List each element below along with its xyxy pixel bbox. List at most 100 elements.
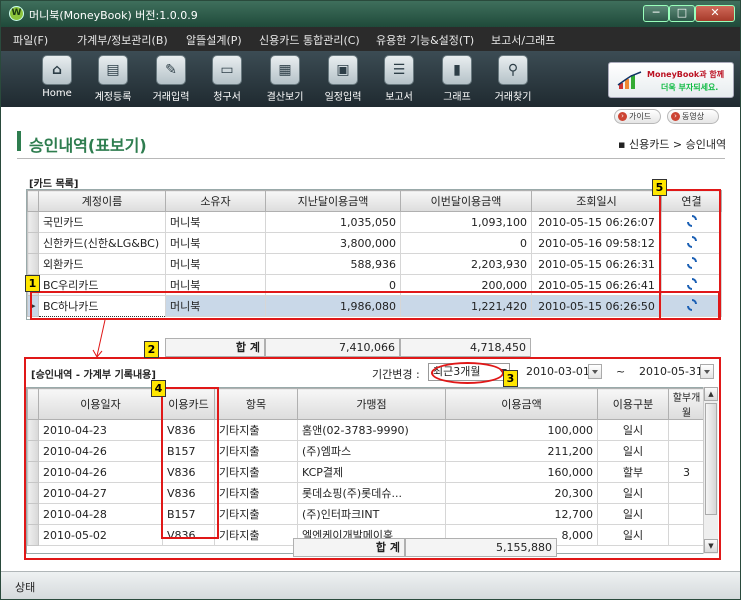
column-header[interactable]: 지난달이용금액 [265, 190, 401, 212]
settlement-icon: ▦ [270, 55, 300, 85]
play-icon: › [671, 112, 680, 121]
table-row[interactable]: 국민카드 머니북 1,035,050 1,093,100 2010-05-15 … [27, 211, 722, 233]
toolbar-label: 보고서 [385, 92, 413, 103]
column-header[interactable]: 조회일시 [531, 190, 662, 212]
growth-chart-icon [617, 71, 642, 89]
column-header[interactable]: 이번달이용금액 [400, 190, 532, 212]
query-time-cell: 2010-05-15 06:26:31 [531, 253, 662, 275]
row-indicator-header [27, 190, 39, 212]
last-month-amount-cell: 1,035,050 [265, 211, 401, 233]
app-window: W 머니북(MoneyBook) 버전:1.0.0.9 ─ □ ✕ 파일(F) … [0, 0, 741, 600]
query-time-cell: 2010-05-16 09:58:12 [531, 232, 662, 254]
toolbar-label: 거래입력 [152, 92, 190, 103]
toolbar-home-button[interactable]: ⌂ Home [28, 55, 86, 105]
query-time-cell: 2010-05-15 06:26:07 [531, 211, 662, 233]
toolbar-schedule-button[interactable]: ▣ 일정입력 [314, 55, 372, 105]
edit-icon: ✎ [156, 55, 186, 85]
column-header[interactable]: 소유자 [165, 190, 266, 212]
menu-ledger[interactable]: 가계부/정보관리(B) [77, 32, 168, 48]
title-accent-bar [17, 131, 21, 151]
table-row[interactable]: 신한카드(신한&LG&BC) 머니북 3,800,000 0 2010-05-1… [27, 232, 722, 254]
app-logo-icon: W [9, 6, 24, 21]
ad-line-2: 더욱 부자되세요. [661, 83, 719, 92]
title-bar[interactable]: W 머니북(MoneyBook) 버전:1.0.0.9 ─ □ ✕ [1, 1, 740, 27]
home-icon: ⌂ [42, 55, 72, 85]
last-month-amount-cell: 3,800,000 [265, 232, 401, 254]
video-button[interactable]: › 동영상 [667, 109, 719, 124]
annotation-box-card-column [161, 387, 219, 539]
owner-cell: 머니북 [165, 253, 266, 275]
status-text: 상태 [15, 581, 36, 594]
card-total-this-month: 4,718,450 [400, 338, 531, 357]
table-row[interactable]: 외환카드 머니북 588,936 2,203,930 2010-05-15 06… [27, 253, 722, 275]
search-icon: ⚲ [498, 55, 528, 85]
this-month-amount-cell: 1,093,100 [400, 211, 532, 233]
menu-plan[interactable]: 알뜰설계(P) [186, 32, 242, 48]
toolbar-label: 거래찾기 [494, 92, 532, 103]
toolbar-label: 계정등록 [94, 92, 132, 103]
toolbar-bill-button[interactable]: ▭ 청구서 [198, 55, 256, 105]
account-name-cell: 국민카드 [38, 211, 166, 233]
report-icon: ☰ [384, 55, 414, 85]
owner-cell: 머니북 [165, 232, 266, 254]
card-total-label: 합 계 [165, 338, 265, 357]
annotation-badge-4: 4 [151, 380, 166, 397]
maximize-button[interactable]: □ [669, 5, 695, 22]
toolbar-settlement-button[interactable]: ▦ 결산보기 [256, 55, 314, 105]
toolbar-transaction-input-button[interactable]: ✎ 거래입력 [142, 55, 200, 105]
account-name-cell: 외환카드 [38, 253, 166, 275]
column-header[interactable]: 계정이름 [38, 190, 166, 212]
row-indicator [27, 232, 39, 254]
annotation-box-selected-card [30, 291, 720, 320]
window-title: 머니북(MoneyBook) 버전:1.0.0.9 [29, 9, 198, 22]
annotation-badge-5: 5 [652, 179, 667, 196]
row-indicator [27, 253, 39, 275]
ad-banner[interactable]: MoneyBook과 함께 더욱 부자되세요. [608, 62, 734, 98]
toolbar-label: 결산보기 [266, 92, 304, 103]
menu-credit-card[interactable]: 신용카드 통합관리(C) [259, 32, 360, 48]
row-indicator [27, 211, 39, 233]
close-button[interactable]: ✕ [695, 5, 735, 22]
toolbar-report-button[interactable]: ☰ 보고서 [370, 55, 428, 105]
play-icon: › [618, 112, 627, 121]
account-name-cell: 신한카드(신한&LG&BC) [38, 232, 166, 254]
page-title: 승인내역(표보기) [29, 136, 147, 155]
annotation-ellipse-period [431, 362, 504, 384]
calendar-icon: ▣ [328, 55, 358, 85]
annotation-box-connect-column [659, 189, 721, 320]
menu-tools[interactable]: 유용한 기능&설정(T) [376, 32, 474, 48]
bill-icon: ▭ [212, 55, 242, 85]
menu-reports[interactable]: 보고서/그래프 [491, 32, 555, 48]
last-month-amount-cell: 588,936 [265, 253, 401, 275]
toolbar-label: Home [42, 88, 72, 99]
minimize-button[interactable]: ─ [643, 5, 669, 22]
this-month-amount-cell: 2,203,930 [400, 253, 532, 275]
ad-line-1: MoneyBook과 함께 [647, 70, 725, 79]
card-total-last-month: 7,410,066 [265, 338, 400, 357]
annotation-badge-1: 1 [25, 275, 40, 292]
toolbar-label: 그래프 [443, 92, 471, 103]
owner-cell: 머니북 [165, 211, 266, 233]
video-label: 동영상 [682, 112, 705, 121]
menu-bar: 파일(F) 가계부/정보관리(B) 알뜰설계(P) 신용카드 통합관리(C) 유… [1, 27, 740, 51]
this-month-amount-cell: 0 [400, 232, 532, 254]
annotation-arrow [92, 320, 106, 358]
card-list-label: [카드 목록] [29, 179, 79, 190]
annotation-box-approvals [24, 357, 721, 560]
toolbar: ⌂ Home ▤ 계정등록 ✎ 거래입력 ▭ 청구서 ▦ 결산보기 ▣ 일정입력 ☰ 보고서 … [1, 51, 740, 107]
toolbar-label: 청구서 [213, 92, 241, 103]
card-register-icon: ▤ [98, 55, 128, 85]
guide-button[interactable]: › 가이드 [614, 109, 661, 124]
toolbar-search-button[interactable]: ⚲ 거래찾기 [484, 55, 542, 105]
breadcrumb: ▪ 신용카드 > 승인내역 [618, 138, 727, 151]
toolbar-graph-button[interactable]: ▮ 그래프 [428, 55, 486, 105]
annotation-badge-3: 3 [503, 370, 518, 387]
annotation-badge-2: 2 [144, 341, 159, 358]
toolbar-label: 일정입력 [324, 92, 362, 103]
title-divider [17, 158, 725, 159]
guide-label: 가이드 [629, 112, 652, 121]
chart-icon: ▮ [442, 55, 472, 85]
status-bar: 상태 [1, 571, 740, 599]
menu-file[interactable]: 파일(F) [13, 32, 48, 48]
toolbar-account-register-button[interactable]: ▤ 계정등록 [84, 55, 142, 105]
